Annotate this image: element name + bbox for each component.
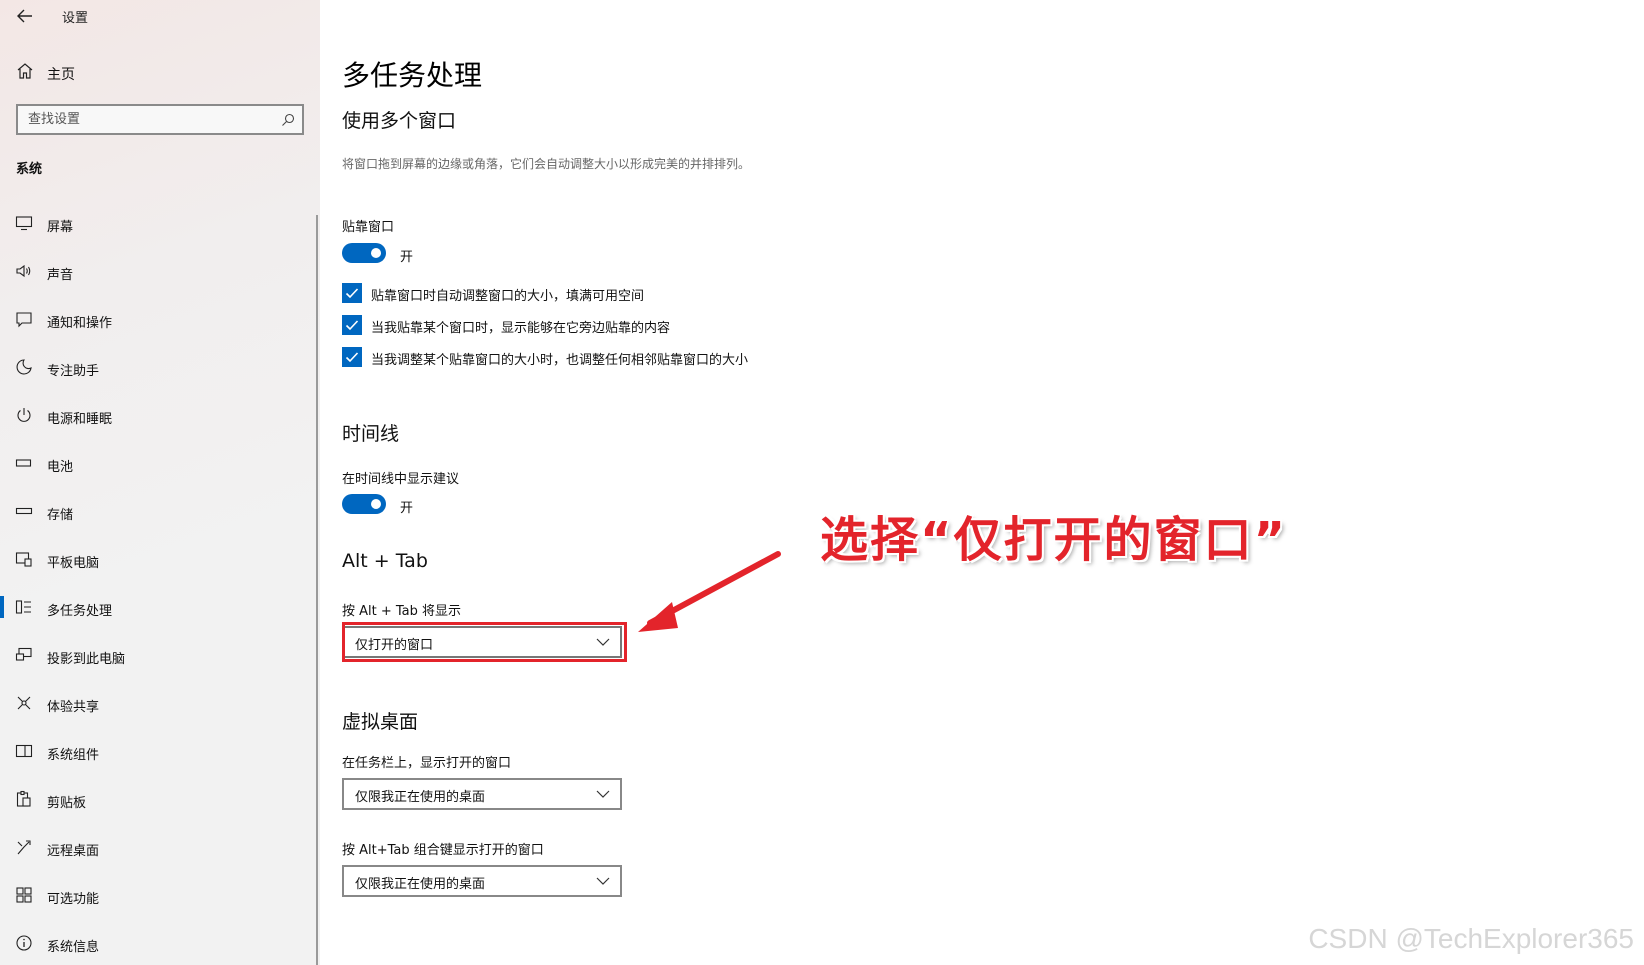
search-input[interactable] xyxy=(18,106,268,133)
sidebar-item-multitasking[interactable]: 多任务处理 xyxy=(0,590,316,638)
sidebar-item-label: 投影到此电脑 xyxy=(47,652,126,667)
sidebar-item-about[interactable]: 系统信息 xyxy=(0,926,316,965)
moon-icon xyxy=(16,359,32,375)
battery-icon xyxy=(15,459,32,467)
sidebar: 设置 主页 系统 屏幕 声音 通知和操作 专注助手 xyxy=(0,0,320,965)
watermark: CSDN @TechExplorer365 xyxy=(1308,923,1634,954)
info-icon xyxy=(16,935,32,951)
speaker-icon xyxy=(16,264,31,278)
sidebar-item-label: 远程桌面 xyxy=(47,844,100,859)
sidebar-item-storage[interactable]: 存储 xyxy=(0,494,316,542)
sidebar-item-label: 多任务处理 xyxy=(47,604,113,619)
sidebar-item-home[interactable]: 主页 xyxy=(0,58,316,88)
sidebar-item-system-components[interactable]: 系统组件 xyxy=(0,734,316,782)
annotation-text: 选择“仅打开的窗口” xyxy=(820,512,1288,568)
search-icon[interactable] xyxy=(280,112,296,128)
sidebar-item-label: 存储 xyxy=(47,508,74,523)
optional-features-icon xyxy=(16,887,32,903)
active-indicator xyxy=(0,596,4,618)
search-box[interactable] xyxy=(16,104,304,135)
sidebar-item-label: 专注助手 xyxy=(47,364,100,379)
sidebar-home-label: 主页 xyxy=(47,67,75,83)
app-title: 设置 xyxy=(62,11,89,26)
clipboard-icon xyxy=(16,790,31,807)
back-arrow-icon[interactable] xyxy=(14,5,36,27)
multitasking-icon xyxy=(15,600,31,614)
components-icon xyxy=(15,744,33,758)
remote-desktop-icon xyxy=(17,840,31,855)
home-icon xyxy=(17,63,33,79)
sidebar-item-label: 电池 xyxy=(47,460,74,475)
sidebar-item-battery[interactable]: 电池 xyxy=(0,446,316,494)
tablet-icon xyxy=(15,552,32,567)
storage-icon xyxy=(15,507,33,515)
share-icon xyxy=(17,696,31,710)
sidebar-item-remote-desktop[interactable]: 远程桌面 xyxy=(0,830,316,878)
main-content: 多任务处理 使用多个窗口 将窗口拖到屏幕的边缘或角落，它们会自动调整大小以形成完… xyxy=(320,0,1644,965)
section-label-system: 系统 xyxy=(16,162,43,177)
sidebar-item-label: 电源和睡眠 xyxy=(47,412,113,427)
sidebar-item-sound[interactable]: 声音 xyxy=(0,254,316,302)
sidebar-item-label: 系统组件 xyxy=(47,748,100,763)
sidebar-item-label: 体验共享 xyxy=(47,700,100,715)
sidebar-item-label: 剪贴板 xyxy=(47,796,87,811)
annotation-arrow xyxy=(638,551,781,632)
sidebar-item-focus-assist[interactable]: 专注助手 xyxy=(0,350,316,398)
sidebar-item-power-sleep[interactable]: 电源和睡眠 xyxy=(0,398,316,446)
sidebar-item-clipboard[interactable]: 剪贴板 xyxy=(0,782,316,830)
sidebar-item-notifications[interactable]: 通知和操作 xyxy=(0,302,316,350)
sidebar-item-optional-features[interactable]: 可选功能 xyxy=(0,878,316,926)
sidebar-item-label: 可选功能 xyxy=(47,892,100,907)
title-bar: 设置 xyxy=(0,0,320,34)
sidebar-item-tablet[interactable]: 平板电脑 xyxy=(0,542,316,590)
sidebar-item-label: 通知和操作 xyxy=(47,316,113,331)
notification-icon xyxy=(16,312,32,328)
sidebar-item-label: 屏幕 xyxy=(47,220,74,235)
monitor-icon xyxy=(15,216,33,231)
sidebar-item-label: 声音 xyxy=(47,268,74,283)
sidebar-item-display[interactable]: 屏幕 xyxy=(0,206,316,254)
power-icon xyxy=(17,408,31,422)
sidebar-item-project[interactable]: 投影到此电脑 xyxy=(0,638,316,686)
sidebar-scrollbar[interactable] xyxy=(316,215,318,965)
sidebar-item-label: 平板电脑 xyxy=(47,556,100,571)
sidebar-item-label: 系统信息 xyxy=(47,940,100,955)
sidebar-item-shared-experiences[interactable]: 体验共享 xyxy=(0,686,316,734)
sidebar-nav: 屏幕 声音 通知和操作 专注助手 电源和睡眠 电池 存储 平板电脑 多任务处理 … xyxy=(0,206,316,965)
project-icon xyxy=(15,647,32,661)
